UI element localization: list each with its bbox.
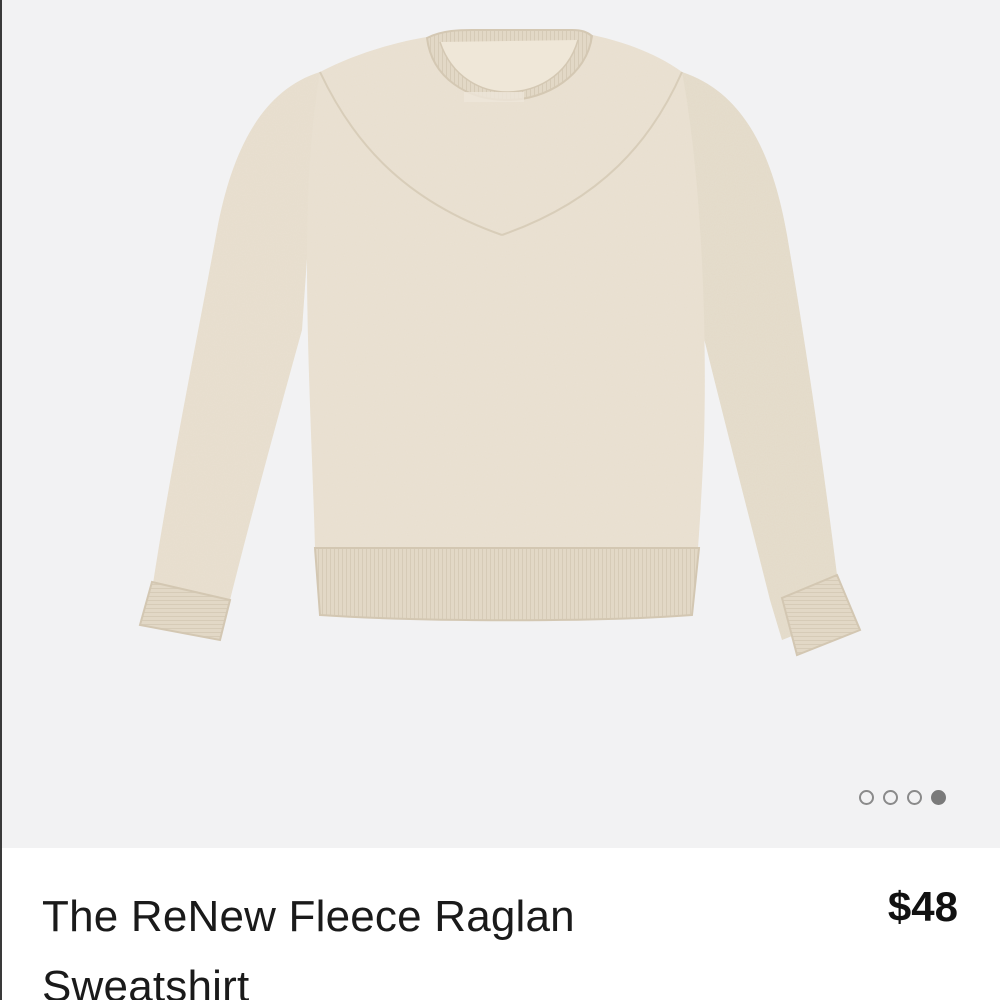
right-sleeve (682, 72, 852, 640)
carousel-dot-1[interactable] (859, 790, 874, 805)
carousel-dot-4[interactable] (931, 790, 946, 805)
sweatshirt-image (138, 29, 862, 657)
product-page: The ReNew Fleece Raglan Sweatshirt $48 (0, 0, 1000, 1000)
waistband (313, 547, 701, 622)
product-price: $48 (887, 883, 958, 930)
sweatshirt-body (307, 32, 705, 548)
left-sleeve (144, 72, 320, 640)
carousel-dot-3[interactable] (907, 790, 922, 805)
carousel-indicators (859, 790, 946, 805)
carousel-dot-2[interactable] (883, 790, 898, 805)
product-info: The ReNew Fleece Raglan Sweatshirt $48 (2, 848, 1000, 1000)
product-title[interactable]: The ReNew Fleece Raglan Sweatshirt (42, 882, 742, 1000)
product-image-carousel[interactable] (2, 0, 1000, 848)
